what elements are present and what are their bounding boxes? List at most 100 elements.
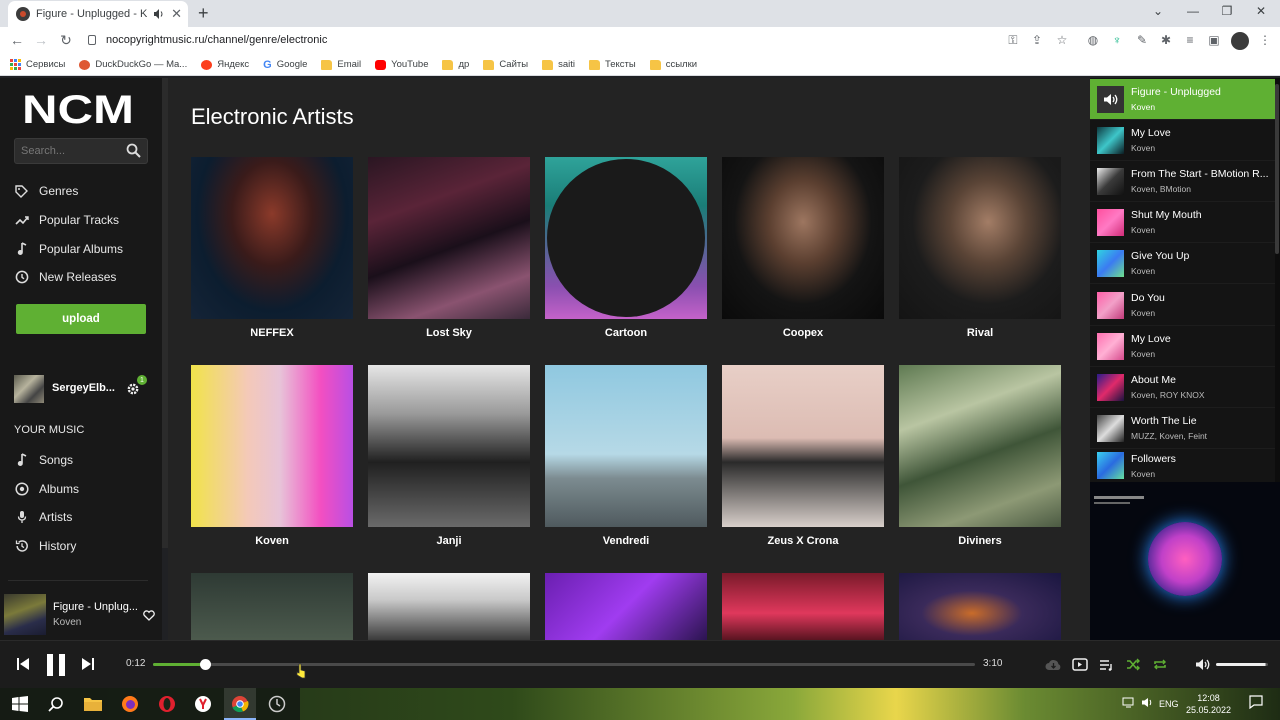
bookmark-folder-dr[interactable]: др [442, 59, 469, 70]
nav-popular-albums[interactable]: Popular Albums [14, 238, 154, 260]
close-window-button[interactable]: ✕ [1253, 4, 1269, 18]
artist-card-image[interactable] [722, 573, 884, 640]
artist-name[interactable]: Janji [368, 535, 530, 547]
seek-bar-handle[interactable] [200, 659, 211, 670]
bookmark-folder-links[interactable]: ссылки [649, 59, 697, 70]
bookmark-services[interactable]: Сервисы [10, 59, 65, 70]
bookmark-folder-saiti[interactable]: saiti [542, 59, 575, 70]
previous-track-icon[interactable] [16, 657, 30, 671]
taskbar-clock[interactable]: 12:08 25.05.2022 [1186, 692, 1231, 716]
search-taskbar-icon[interactable] [46, 694, 66, 714]
video-toggle-icon[interactable] [1072, 658, 1088, 671]
bookmark-yandex[interactable]: Яндекс [201, 59, 249, 70]
app-clock-icon[interactable] [267, 694, 287, 714]
queue-item[interactable]: Do You Koven [1090, 285, 1275, 326]
tab-close-icon[interactable]: ✕ [171, 6, 182, 22]
now-playing-title[interactable]: Figure - Unplug... [53, 601, 138, 613]
queue-item[interactable]: Figure - Unplugged Koven [1090, 79, 1275, 120]
queue-item[interactable]: Give You Up Koven [1090, 243, 1275, 284]
globe-extension-icon[interactable]: ◍ [1086, 33, 1100, 47]
network-icon[interactable] [1122, 697, 1135, 708]
nav-genres[interactable]: Genres [14, 180, 154, 202]
search-icon[interactable] [126, 143, 141, 158]
artist-name[interactable]: Coopex [722, 327, 884, 339]
bookmark-email[interactable]: Email [321, 59, 361, 70]
nav-popular-tracks[interactable]: Popular Tracks [14, 209, 154, 231]
settings-gear-icon[interactable] [126, 382, 140, 396]
user-avatar[interactable] [14, 375, 44, 403]
opera-icon[interactable] [157, 694, 177, 714]
reload-icon[interactable]: ↻ [58, 32, 74, 48]
seek-bar[interactable] [153, 663, 975, 666]
queue-item[interactable]: About Me Koven, ROY KNOX [1090, 367, 1275, 408]
now-playing-artist[interactable]: Koven [53, 617, 81, 628]
artist-card-image[interactable] [899, 573, 1061, 640]
browser-tab[interactable]: Figure - Unplugged - Koven ✕ [8, 1, 188, 27]
yandex-browser-icon[interactable] [193, 694, 213, 714]
notifications-icon[interactable] [1249, 695, 1263, 709]
windows-start-icon[interactable] [10, 694, 30, 714]
translate-extension-icon[interactable]: ✎ [1135, 33, 1149, 47]
artist-card-image[interactable] [899, 365, 1061, 527]
artist-card-image[interactable] [545, 157, 707, 319]
queue-item[interactable]: Shut My Mouth Koven [1090, 202, 1275, 243]
artist-card-image[interactable] [191, 157, 353, 319]
file-explorer-icon[interactable] [83, 694, 103, 714]
artist-card-image[interactable] [368, 157, 530, 319]
repeat-icon[interactable] [1153, 658, 1167, 671]
queue-item[interactable]: My Love Koven [1090, 120, 1275, 161]
search-box[interactable] [14, 138, 148, 164]
visualizer-video[interactable] [1090, 482, 1280, 640]
tab-search-chevron-icon[interactable]: ⌄ [1150, 4, 1166, 18]
bookmark-duckduckgo[interactable]: DuckDuckGo — Ma... [79, 59, 187, 70]
artist-name[interactable]: Rival [899, 327, 1061, 339]
artist-card-image[interactable] [191, 365, 353, 527]
bookmark-folder-sites[interactable]: Сайты [483, 59, 528, 70]
nav-songs[interactable]: Songs [14, 449, 154, 471]
download-cloud-icon[interactable] [1045, 658, 1062, 671]
bookmark-google[interactable]: G Google [263, 59, 307, 71]
bookmark-star-icon[interactable]: ☆ [1055, 33, 1069, 47]
artist-name[interactable]: Vendredi [545, 535, 707, 547]
tab-audio-icon[interactable] [153, 8, 165, 20]
volume-slider[interactable] [1216, 663, 1268, 666]
input-language[interactable]: ENG [1159, 699, 1179, 709]
nav-artists[interactable]: Artists [14, 506, 154, 528]
bookmark-folder-texts[interactable]: Тексты [588, 59, 636, 70]
address-bar[interactable]: nocopyrightmusic.ru/channel/genre/electr… [88, 34, 327, 46]
ncm-logo[interactable]: NCM [22, 90, 137, 126]
artist-name[interactable]: Cartoon [545, 327, 707, 339]
upload-button[interactable]: upload [16, 304, 146, 334]
user-name[interactable]: SergeyElb... [52, 382, 115, 394]
new-tab-button[interactable]: + [198, 3, 209, 23]
queue-item[interactable]: My Love Koven [1090, 326, 1275, 367]
profile-avatar[interactable] [1231, 32, 1249, 50]
media-queue-icon[interactable]: ≡ [1183, 33, 1197, 47]
menu-dots-icon[interactable]: ⋮ [1258, 33, 1272, 47]
favorite-heart-icon[interactable] [143, 610, 155, 621]
artist-name[interactable]: Zeus X Crona [722, 535, 884, 547]
forward-arrow-icon[interactable]: → [33, 32, 49, 48]
artist-card-image[interactable] [368, 573, 530, 640]
side-panel-icon[interactable]: ▣ [1207, 33, 1221, 47]
artist-card-image[interactable] [899, 157, 1061, 319]
pause-button[interactable] [45, 653, 67, 677]
chrome-icon[interactable] [230, 694, 250, 714]
extensions-puzzle-icon[interactable]: ✱ [1159, 33, 1173, 47]
shuffle-icon[interactable] [1126, 658, 1140, 671]
now-playing-artwork[interactable] [4, 594, 46, 635]
artist-card-image[interactable] [191, 573, 353, 640]
queue-item[interactable]: Worth The Lie MUZZ, Koven, Feint [1090, 408, 1275, 449]
nav-history[interactable]: History [14, 535, 154, 557]
nav-new-releases[interactable]: New Releases [14, 266, 154, 288]
queue-scroll-thumb[interactable] [1275, 84, 1279, 254]
artist-card-image[interactable] [722, 157, 884, 319]
search-input[interactable] [21, 143, 121, 159]
next-track-icon[interactable] [81, 657, 95, 671]
artist-card-image[interactable] [545, 573, 707, 640]
back-arrow-icon[interactable]: ← [9, 32, 25, 48]
artist-name[interactable]: Lost Sky [368, 327, 530, 339]
artist-name[interactable]: Koven [191, 535, 353, 547]
artist-card-image[interactable] [368, 365, 530, 527]
artist-name[interactable]: NEFFEX [191, 327, 353, 339]
